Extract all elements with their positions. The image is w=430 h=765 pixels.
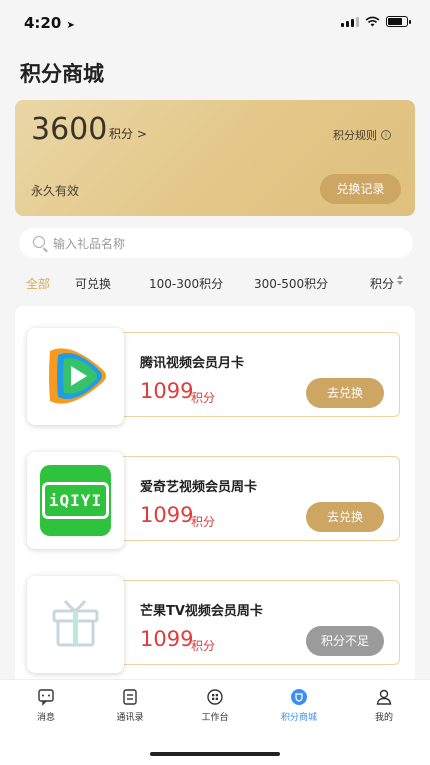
- status-icons: [341, 16, 411, 27]
- info-icon: i: [381, 130, 391, 140]
- gift-price-unit: 积分: [191, 639, 216, 653]
- points-rules-link[interactable]: 积分规则 i: [333, 127, 391, 143]
- filter-tab-all[interactable]: 全部: [26, 275, 50, 292]
- points-unit-link[interactable]: 积分 >: [109, 125, 147, 142]
- gift-thumbnail: [27, 328, 124, 425]
- tab-workbench[interactable]: 工作台: [180, 688, 250, 723]
- gift-price-unit: 积分: [191, 391, 216, 405]
- points-mall-icon: [291, 689, 307, 705]
- gift-list: 腾讯视频会员月卡 1099 积分 去兑换 iQIYI 爱奇艺视频会员周卡 109…: [15, 306, 415, 686]
- wifi-icon: [365, 16, 380, 27]
- redeem-button[interactable]: 去兑换: [306, 502, 384, 532]
- filter-tabs: 全部 可兑换 100-300积分 300-500积分 积分: [0, 275, 430, 295]
- gift-name: 芒果TV视频会员周卡: [140, 604, 263, 619]
- gift-item[interactable]: 腾讯视频会员月卡 1099 积分 去兑换: [27, 328, 400, 425]
- sort-arrows-icon: [397, 275, 404, 285]
- sort-points-label: 积分: [370, 277, 395, 291]
- profile-icon: [376, 689, 392, 705]
- points-value[interactable]: 3600: [31, 112, 107, 147]
- gift-price: 1099: [140, 379, 194, 403]
- page-title: 积分商城: [20, 62, 104, 86]
- gift-box-icon: [52, 600, 99, 647]
- points-validity: 永久有效: [31, 184, 80, 198]
- tab-label: 通讯录: [116, 713, 144, 723]
- filter-tab-redeemable[interactable]: 可兑换: [75, 275, 111, 292]
- search-input[interactable]: 输入礼品名称: [19, 228, 413, 258]
- points-card: 3600 积分 > 积分规则 i 永久有效 兑换记录: [15, 100, 415, 216]
- redeem-history-button[interactable]: 兑换记录: [320, 174, 401, 204]
- tab-label: 消息: [36, 713, 55, 723]
- gift-price-unit: 积分: [191, 515, 216, 529]
- search-icon: [33, 236, 45, 248]
- status-bar: 4:20 ➤: [0, 0, 430, 46]
- gift-price: 1099: [140, 627, 194, 651]
- home-indicator: [150, 752, 280, 756]
- gift-price: 1099: [140, 503, 194, 527]
- gift-name: 爱奇艺视频会员周卡: [140, 480, 258, 495]
- tab-contacts[interactable]: 通讯录: [95, 688, 165, 723]
- search-placeholder: 输入礼品名称: [53, 237, 126, 251]
- gift-name: 腾讯视频会员月卡: [140, 356, 245, 371]
- redeem-button[interactable]: 去兑换: [306, 378, 384, 408]
- battery-icon: [386, 16, 411, 27]
- tab-points-mall[interactable]: 积分商城: [264, 688, 334, 723]
- location-arrow-icon: ➤: [66, 20, 75, 31]
- filter-tab-300-500[interactable]: 300-500积分: [254, 275, 328, 292]
- signal-icon: [341, 16, 359, 27]
- tencent-video-logo: [49, 348, 106, 404]
- insufficient-points-button[interactable]: 积分不足: [306, 626, 384, 656]
- iqiyi-logo: iQIYI: [40, 465, 111, 536]
- contacts-icon: [123, 689, 137, 705]
- tab-messages[interactable]: 消息: [11, 688, 81, 723]
- filter-tab-100-300[interactable]: 100-300积分: [149, 275, 223, 292]
- gift-item[interactable]: 芒果TV视频会员周卡 1099 积分 积分不足: [27, 576, 400, 673]
- gift-thumbnail: [27, 576, 124, 673]
- points-rules-label: 积分规则: [333, 129, 377, 142]
- tab-label: 我的: [374, 713, 393, 723]
- tab-profile[interactable]: 我的: [349, 688, 419, 723]
- gift-item[interactable]: iQIYI 爱奇艺视频会员周卡 1099 积分 去兑换: [27, 452, 400, 549]
- message-icon: [38, 689, 54, 706]
- workbench-icon: [207, 689, 223, 705]
- gift-thumbnail: iQIYI: [27, 452, 124, 549]
- tab-label: 工作台: [201, 713, 229, 723]
- iqiyi-logo-text: iQIYI: [41, 482, 110, 519]
- tab-label: 积分商城: [280, 713, 317, 723]
- filter-tab-sort-points[interactable]: 积分: [370, 275, 404, 292]
- status-time: 4:20 ➤: [24, 14, 75, 32]
